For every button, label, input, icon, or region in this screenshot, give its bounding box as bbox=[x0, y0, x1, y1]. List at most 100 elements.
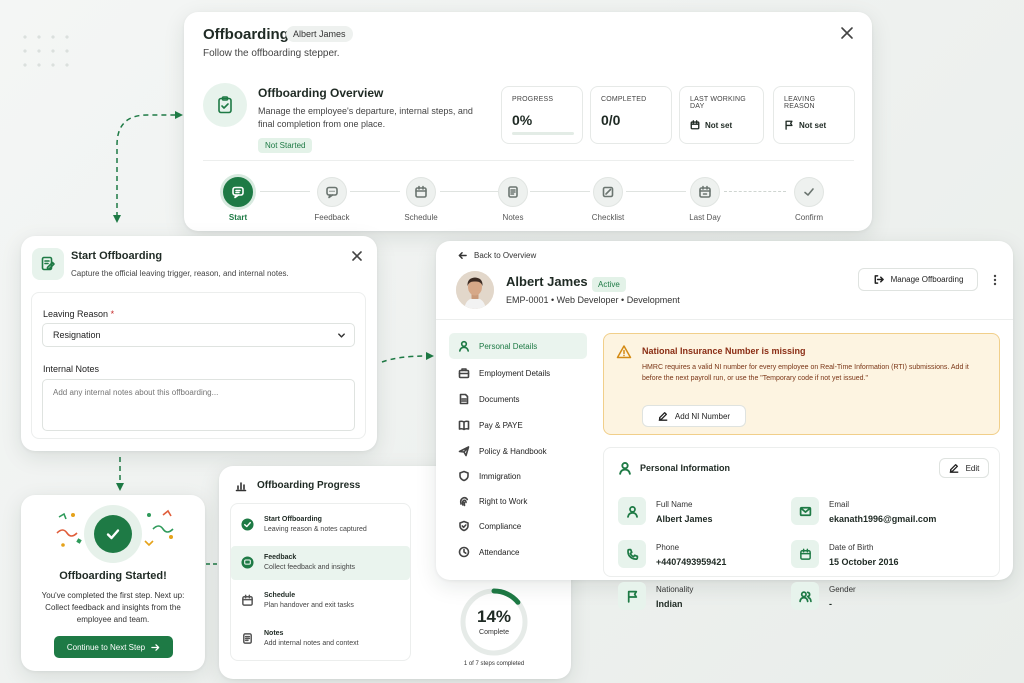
briefcase-icon bbox=[458, 367, 470, 379]
phone-icon bbox=[618, 540, 646, 568]
calendar-icon bbox=[406, 177, 436, 207]
progress-item-notes[interactable]: Notes Add internal notes and context bbox=[231, 622, 410, 656]
arrow-left-icon bbox=[458, 251, 467, 260]
more-options-icon[interactable] bbox=[990, 273, 1000, 287]
last-working-day-stat: LAST WORKING DAY Not set bbox=[679, 86, 764, 144]
flow-connector bbox=[113, 111, 183, 223]
employee-name: Albert James bbox=[506, 274, 588, 289]
flow-connector bbox=[381, 352, 434, 363]
flag-icon bbox=[618, 582, 646, 610]
progress-item-start[interactable]: Start Offboarding Leaving reason & notes… bbox=[231, 508, 410, 542]
employee-profile-card: Back to Overview Albert James Active EMP… bbox=[436, 241, 1013, 610]
warning-icon bbox=[616, 344, 632, 360]
clipboard-icon bbox=[203, 83, 247, 127]
edit-button[interactable]: Edit bbox=[939, 458, 989, 478]
offboarding-started-card: Offboarding Started! You've completed th… bbox=[21, 495, 205, 671]
continue-next-step-button[interactable]: Continue to Next Step bbox=[54, 636, 173, 658]
progress-ring: 14% Complete bbox=[459, 587, 529, 657]
step-notes[interactable]: Notes bbox=[480, 177, 546, 222]
calendar-icon bbox=[791, 540, 819, 568]
success-title: Offboarding Started! bbox=[59, 570, 167, 582]
divider bbox=[436, 319, 1013, 320]
nav-personal-details[interactable]: Personal Details bbox=[449, 333, 587, 359]
modal-title: Start Offboarding bbox=[71, 250, 163, 262]
info-email: Email ekanath1996@gmail.com bbox=[791, 497, 991, 529]
nav-policy-handbook[interactable]: Policy & Handbook bbox=[449, 438, 587, 464]
modal-subtitle: Capture the official leaving trigger, re… bbox=[71, 269, 289, 278]
shield-check-icon bbox=[458, 520, 470, 532]
step-checklist[interactable]: Checklist bbox=[575, 177, 641, 222]
notes-icon bbox=[498, 177, 528, 207]
clock-icon bbox=[458, 546, 470, 558]
nav-pay-paye[interactable]: Pay & PAYE bbox=[449, 412, 587, 438]
users-icon bbox=[791, 582, 819, 610]
nav-documents[interactable]: Documents bbox=[449, 386, 587, 412]
confetti-icon bbox=[144, 509, 174, 547]
close-icon[interactable] bbox=[351, 250, 363, 262]
step-start[interactable]: Start bbox=[205, 177, 271, 222]
ni-number-alert: National Insurance Number is missing HMR… bbox=[603, 333, 1000, 435]
book-icon bbox=[458, 419, 470, 431]
flow-connector bbox=[116, 457, 124, 491]
edit-icon bbox=[658, 411, 668, 421]
nav-immigration[interactable]: Immigration bbox=[449, 463, 587, 489]
divider bbox=[203, 160, 854, 161]
progress-caption: Complete bbox=[479, 629, 509, 636]
progress-label: PROGRESS bbox=[512, 96, 554, 103]
progress-stat: PROGRESS 0% bbox=[501, 86, 583, 144]
user-icon bbox=[458, 340, 470, 352]
info-phone: Phone +4407493959421 bbox=[618, 540, 788, 572]
progress-bar bbox=[512, 132, 574, 135]
completed-label: COMPLETED bbox=[601, 96, 647, 103]
progress-item-schedule[interactable]: Schedule Plan handover and exit tasks bbox=[231, 584, 410, 618]
employee-chip: Albert James bbox=[286, 26, 353, 42]
calendar-icon bbox=[690, 120, 700, 130]
user-icon bbox=[618, 497, 646, 525]
plane-icon bbox=[458, 445, 470, 457]
calendar-day-icon bbox=[690, 177, 720, 207]
step-confirm[interactable]: Confirm bbox=[776, 177, 842, 222]
reason-label: LEAVING REASON bbox=[784, 96, 816, 110]
internal-notes-label: Internal Notes bbox=[43, 364, 100, 374]
feedback-icon bbox=[317, 177, 347, 207]
progress-item-feedback[interactable]: Feedback Collect feedback and insights bbox=[231, 546, 410, 580]
feedback-icon bbox=[241, 556, 254, 569]
reason-value: Not set bbox=[799, 120, 827, 130]
overview-description: Manage the employee's departure, interna… bbox=[258, 106, 473, 129]
progress-step-list: Start Offboarding Leaving reason & notes… bbox=[230, 503, 411, 661]
nav-attendance[interactable]: Attendance bbox=[449, 539, 587, 565]
leaving-reason-select[interactable]: Resignation bbox=[42, 323, 355, 347]
nav-right-to-work[interactable]: Right to Work bbox=[449, 488, 587, 514]
chevron-down-icon bbox=[337, 331, 346, 340]
flag-icon bbox=[784, 120, 794, 130]
manage-offboarding-button[interactable]: Manage Offboarding bbox=[858, 268, 978, 291]
info-date-of-birth: Date of Birth 15 October 2016 bbox=[791, 540, 961, 572]
close-icon[interactable] bbox=[840, 26, 854, 40]
internal-notes-input[interactable] bbox=[42, 379, 355, 431]
document-edit-icon bbox=[32, 248, 64, 280]
step-last-day[interactable]: Last Day bbox=[672, 177, 738, 222]
logout-icon bbox=[873, 274, 884, 285]
notes-icon bbox=[241, 632, 254, 645]
nav-compliance[interactable]: Compliance bbox=[449, 513, 587, 539]
edit-icon bbox=[949, 463, 959, 473]
calendar-icon bbox=[241, 594, 254, 607]
step-schedule[interactable]: Schedule bbox=[388, 177, 454, 222]
employee-meta: EMP-0001 • Web Developer • Development bbox=[506, 295, 680, 305]
leaving-reason-stat: LEAVING REASON Not set bbox=[773, 86, 855, 144]
success-description: You've completed the first step. Next up… bbox=[41, 591, 185, 624]
check-circle-icon bbox=[241, 518, 254, 531]
check-icon bbox=[94, 515, 132, 553]
steps-completed-text: 1 of 7 steps completed bbox=[463, 661, 525, 667]
start-offboarding-modal: Start Offboarding Capture the official l… bbox=[21, 236, 377, 451]
step-feedback[interactable]: Feedback bbox=[299, 177, 365, 222]
page-title: Offboarding bbox=[203, 26, 289, 43]
nav-employment-details[interactable]: Employment Details bbox=[449, 360, 587, 386]
chart-icon bbox=[235, 480, 247, 492]
back-to-overview-link[interactable]: Back to Overview bbox=[458, 251, 536, 260]
document-icon bbox=[458, 393, 470, 405]
mail-icon bbox=[791, 497, 819, 525]
add-ni-number-button[interactable]: Add NI Number bbox=[642, 405, 746, 427]
decorative-dots bbox=[18, 30, 78, 70]
last-day-value: Not set bbox=[705, 120, 733, 130]
